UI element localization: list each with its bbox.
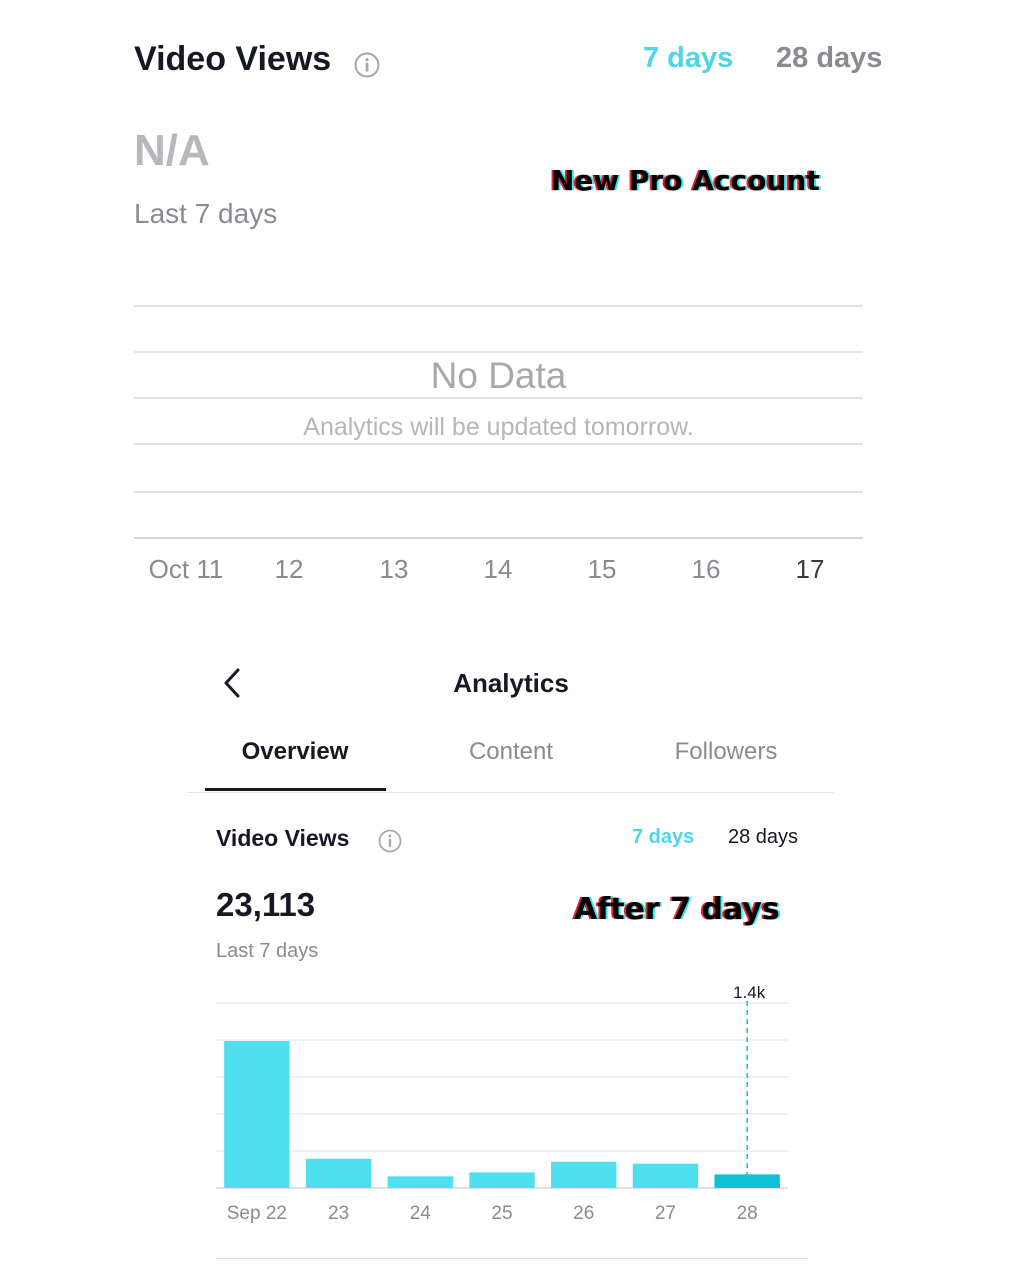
grid-line (134, 305, 863, 307)
grid-line (134, 351, 863, 353)
period-label: Last 7 days (134, 198, 278, 229)
video-views-bar-chart: Sep 22 23 24 25 26 27 28 1.4k (216, 983, 788, 1224)
tab-7-days[interactable]: 7 days (632, 826, 694, 849)
x-tick-label: 16 (691, 554, 721, 584)
x-tick-label: Oct 11 (148, 554, 224, 584)
x-tick-label: 12 (274, 554, 304, 584)
chart-bar (714, 1174, 780, 1188)
chart-bar (632, 1163, 699, 1188)
chart-bar (387, 1176, 453, 1188)
grid-line (134, 397, 863, 399)
no-data-message: Analytics will be updated tomorrow. (303, 413, 694, 441)
video-views-title: Video Views (134, 40, 332, 78)
grid-line (134, 491, 863, 493)
video-views-title: Video Views (216, 825, 350, 851)
info-icon[interactable] (354, 52, 380, 78)
no-data-title: No Data (430, 355, 567, 396)
info-icon[interactable] (378, 829, 402, 853)
x-tick-label: 27 (655, 1203, 676, 1224)
chevron-left-icon[interactable] (218, 666, 246, 700)
x-tick-label: 15 (587, 554, 617, 584)
overlay-label-after-7-days: After 7 days (574, 892, 780, 927)
x-tick-label: Sep 22 (227, 1203, 287, 1224)
tab-content[interactable]: Content (421, 738, 601, 766)
tab-7-days[interactable]: 7 days (643, 42, 733, 75)
x-tick-label: 25 (491, 1203, 512, 1224)
tab-28-days[interactable]: 28 days (728, 826, 798, 849)
x-tick-label: 13 (379, 554, 409, 584)
x-tick-label: 24 (410, 1203, 432, 1224)
x-tick-label: 14 (483, 554, 513, 584)
x-tick-label: 23 (328, 1203, 349, 1224)
page-title: Analytics (453, 668, 569, 698)
tab-28-days[interactable]: 28 days (776, 42, 882, 75)
period-label: Last 7 days (216, 940, 319, 962)
chart-bar (305, 1158, 372, 1188)
selected-value-label: 1.4k (733, 983, 766, 1002)
x-tick-label: 17 (795, 554, 825, 584)
video-views-value: N/A (134, 126, 210, 175)
grid-line (134, 443, 863, 445)
active-tab-indicator (205, 788, 386, 791)
x-tick-label: 26 (573, 1203, 594, 1224)
tab-followers[interactable]: Followers (636, 738, 816, 766)
overlay-label-new-pro: New Pro Account (551, 164, 820, 197)
tab-overview[interactable]: Overview (205, 738, 385, 766)
x-axis-line (134, 537, 863, 539)
x-tick-label: 28 (737, 1203, 758, 1224)
tabs-divider (188, 792, 834, 793)
chart-bar (224, 1040, 290, 1188)
footer-divider (216, 1258, 808, 1259)
chart-bar (469, 1172, 535, 1188)
video-views-value: 23,113 (216, 886, 316, 923)
chart-bar (551, 1161, 617, 1188)
